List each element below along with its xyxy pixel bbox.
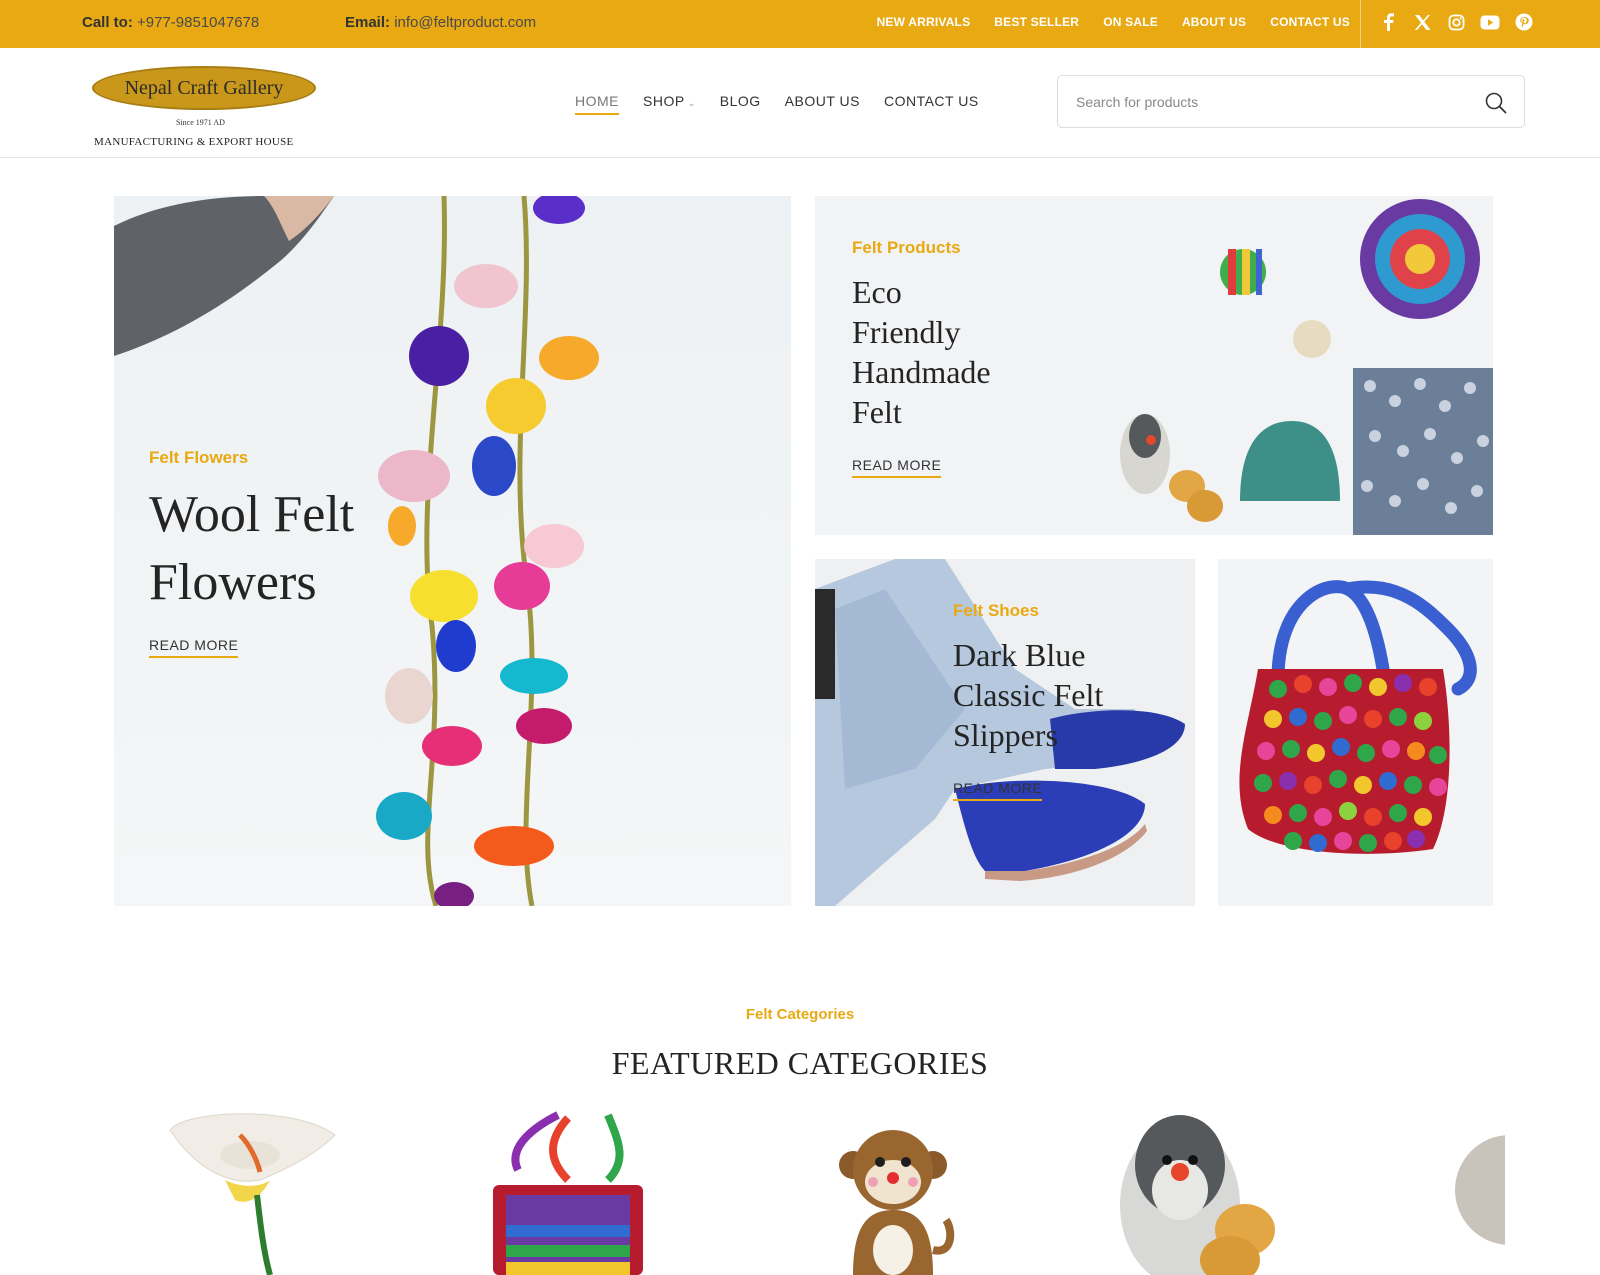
felt-flowers-kicker: Felt Flowers: [149, 448, 249, 467]
logo-since: Since 1971 AD: [176, 118, 225, 127]
felt-flowers-title-line1: Wool Felt: [149, 486, 355, 543]
logo-name: Nepal Craft Gallery: [124, 76, 284, 99]
top-link-best-seller[interactable]: BEST SELLER: [994, 15, 1079, 29]
top-link-new-arrivals[interactable]: NEW ARRIVALS: [877, 15, 971, 29]
logo-badge: Nepal Craft Gallery: [92, 66, 316, 110]
main-nav: HOME SHOP ⌄ BLOG ABOUT US CONTACT US: [575, 93, 979, 115]
banner-felt-products[interactable]: Felt Products Eco Friendly Handmade Felt…: [815, 196, 1493, 535]
felt-products-title-line4: Felt: [852, 394, 902, 430]
felt-products-kicker: Felt Products: [852, 238, 961, 257]
nav-contact-us[interactable]: CONTACT US: [884, 93, 979, 115]
search-box: [1057, 75, 1525, 128]
category-item[interactable]: [828, 1110, 958, 1275]
felt-monkey-image: [839, 1130, 955, 1275]
call-label: Call to:: [82, 14, 133, 31]
facebook-icon[interactable]: [1378, 12, 1398, 32]
felt-shoes-read-more[interactable]: READ MORE: [953, 780, 1043, 801]
instagram-icon[interactable]: [1446, 12, 1466, 32]
email-label: Email:: [345, 14, 391, 31]
felt-ball-image: [1455, 1135, 1505, 1245]
felt-flowers-read-more[interactable]: READ MORE: [149, 637, 239, 658]
top-link-on-sale[interactable]: ON SALE: [1103, 15, 1158, 29]
felt-products-title: Eco Friendly Handmade Felt: [852, 272, 991, 432]
top-link-contact-us[interactable]: CONTACT US: [1270, 15, 1350, 29]
felt-shoes-title-line1: Dark Blue: [953, 637, 1086, 673]
category-item[interactable]: [1105, 1110, 1285, 1275]
felt-penguin-image: [1120, 1115, 1275, 1275]
top-nav: NEW ARRIVALS BEST SELLER ON SALE ABOUT U…: [877, 15, 1350, 29]
email-address[interactable]: info@feltproduct.com: [394, 14, 536, 31]
nav-blog[interactable]: BLOG: [720, 93, 761, 115]
banner-felt-flowers[interactable]: Felt Flowers Wool Felt Flowers READ MORE: [114, 196, 791, 906]
category-item[interactable]: [488, 1110, 648, 1275]
felt-shoes-kicker: Felt Shoes: [953, 601, 1039, 620]
nav-shop[interactable]: SHOP ⌄: [643, 93, 696, 115]
felt-shoes-title: Dark Blue Classic Felt Slippers: [953, 635, 1103, 755]
x-icon[interactable]: [1412, 12, 1432, 32]
top-bar: Call to: +977-9851047678 Email: info@fel…: [0, 0, 1600, 48]
felt-products-title-line3: Handmade: [852, 354, 991, 390]
banner-felt-bag[interactable]: [1218, 559, 1493, 906]
site-header: Nepal Craft Gallery Since 1971 AD MANUFA…: [0, 48, 1600, 158]
nav-about-us[interactable]: ABOUT US: [785, 93, 860, 115]
site-logo[interactable]: Nepal Craft Gallery Since 1971 AD MANUFA…: [90, 66, 330, 156]
featured-kicker: Felt Categories: [745, 1006, 855, 1023]
search-icon[interactable]: [1484, 91, 1508, 115]
category-item[interactable]: [165, 1110, 345, 1275]
featured-title: FEATURED CATEGORIES: [611, 1045, 989, 1081]
felt-flowers-title-line2: Flowers: [149, 554, 317, 611]
felt-shoes-title-line3: Slippers: [953, 717, 1058, 753]
phone-number[interactable]: +977-9851047678: [137, 14, 259, 31]
banner-felt-shoes[interactable]: Felt Shoes Dark Blue Classic Felt Slippe…: [815, 559, 1195, 906]
felt-flowers-title: Wool Felt Flowers: [149, 481, 354, 617]
search-input[interactable]: [1076, 90, 1466, 114]
topbar-divider: [1360, 0, 1361, 48]
nav-shop-label: SHOP: [643, 93, 685, 109]
pinterest-icon[interactable]: [1514, 12, 1534, 32]
felt-shoes-title-line2: Classic Felt: [953, 677, 1104, 713]
chevron-down-icon: ⌄: [687, 98, 696, 108]
social-links: [1378, 12, 1534, 32]
category-item[interactable]: [1450, 1110, 1505, 1275]
felt-products-read-more[interactable]: READ MORE: [852, 457, 942, 478]
youtube-icon[interactable]: [1480, 12, 1500, 32]
felt-ball-purse-image: [493, 1111, 643, 1275]
felt-products-title-line2: Friendly: [852, 314, 961, 350]
top-link-about-us[interactable]: ABOUT US: [1182, 15, 1246, 29]
felt-products-title-line1: Eco: [852, 274, 902, 310]
calla-lily-image: [169, 1113, 336, 1275]
call-info: Call to: +977-9851047678: [82, 14, 259, 31]
felt-ball-bag-image: [1239, 580, 1477, 854]
logo-tagline: MANUFACTURING & EXPORT HOUSE: [94, 136, 294, 148]
nav-home[interactable]: HOME: [575, 93, 619, 115]
email-info: Email: info@feltproduct.com: [345, 14, 536, 31]
